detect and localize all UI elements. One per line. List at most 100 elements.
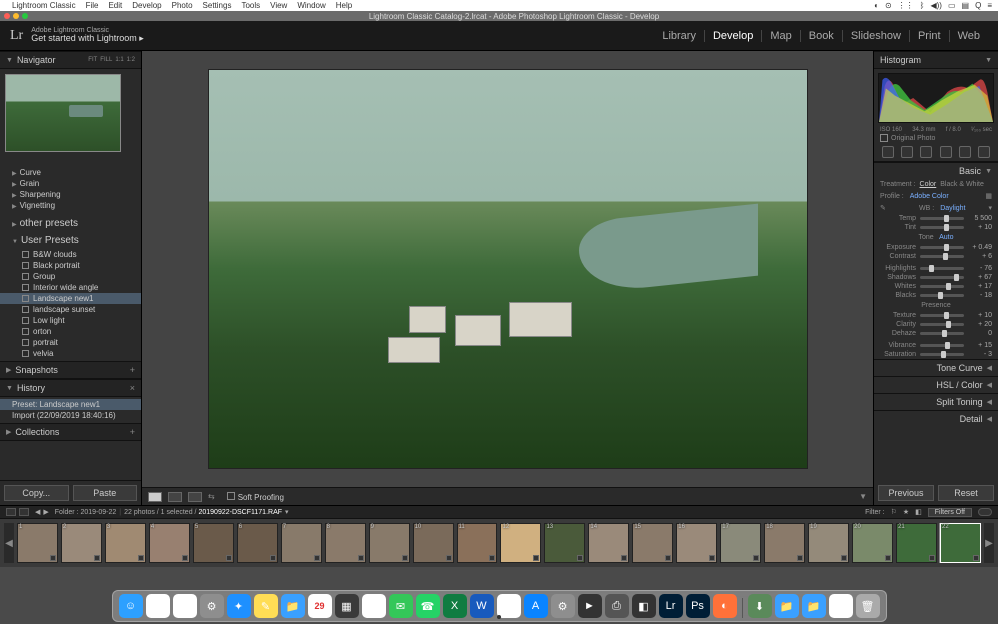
histogram-header[interactable]: Histogram ▼ <box>874 51 998 69</box>
brush-tool-icon[interactable] <box>978 146 990 158</box>
tools-menu[interactable]: Tools <box>241 1 260 10</box>
help-menu[interactable]: Help <box>336 1 352 10</box>
navigator-modes[interactable]: FITFILL1:11:2 <box>88 57 135 63</box>
treatment-color[interactable]: Color <box>920 181 937 188</box>
previous-button[interactable]: Previous <box>878 485 934 501</box>
dropdown-icon[interactable]: ▾ <box>285 508 289 516</box>
dock-folder-icon[interactable]: 📁 <box>281 594 305 618</box>
dock-dark1-icon[interactable]: ◧ <box>632 594 656 618</box>
dock-downloads-icon[interactable]: ⬇ <box>748 594 772 618</box>
view-menu[interactable]: View <box>270 1 287 10</box>
film-thumb[interactable]: 13 <box>544 523 585 563</box>
soft-proof-checkbox[interactable] <box>227 492 235 500</box>
zoom-icon[interactable] <box>22 13 28 19</box>
preset-group[interactable]: ▶Grain <box>0 178 141 189</box>
slider-saturation[interactable]: Saturation- 3 <box>874 350 998 359</box>
basic-header[interactable]: Basic▼ <box>874 162 998 179</box>
identity-plate[interactable]: Adobe Lightroom Classic Get started with… <box>31 27 144 45</box>
siri-icon[interactable]: ≡ <box>987 1 992 10</box>
volume-icon[interactable]: ◀)) <box>930 1 941 10</box>
film-thumb[interactable]: 6 <box>237 523 278 563</box>
photo-menu[interactable]: Photo <box>172 1 193 10</box>
dock-word-icon[interactable]: W <box>470 594 494 618</box>
module-map[interactable]: Map <box>761 30 799 42</box>
eyedropper-icon[interactable]: ✎ <box>880 204 886 212</box>
film-thumb[interactable]: 9 <box>369 523 410 563</box>
secondary-display[interactable] <box>6 508 29 516</box>
slider-temp[interactable]: Temp5 500 <box>874 214 998 223</box>
film-thumb[interactable]: 11 <box>457 523 498 563</box>
dock-chrome-icon[interactable]: ◉ <box>173 594 197 618</box>
film-thumb[interactable]: 3 <box>105 523 146 563</box>
module-library[interactable]: Library <box>654 30 704 42</box>
slider-texture[interactable]: Texture+ 10 <box>874 311 998 320</box>
film-thumb[interactable]: 12 <box>500 523 541 563</box>
image-area[interactable] <box>142 51 873 487</box>
film-thumb[interactable]: 15 <box>632 523 673 563</box>
dock-whatsapp-icon[interactable]: ☎ <box>416 594 440 618</box>
color-filter-icon[interactable]: ◧ <box>915 508 922 516</box>
crop-tool-icon[interactable] <box>882 146 894 158</box>
clear-history-icon[interactable]: × <box>130 383 135 393</box>
original-photo-toggle[interactable]: Original Photo <box>874 133 998 143</box>
history-item[interactable]: Import (22/09/2019 18:40:16) <box>0 410 141 421</box>
spotlight-icon[interactable]: Q <box>975 1 981 10</box>
dock-folder2-icon[interactable]: 📁 <box>802 594 826 618</box>
film-thumb[interactable]: 8 <box>325 523 366 563</box>
star-filter-icon[interactable]: ★ <box>903 508 909 516</box>
other-presets-group[interactable]: ▶other presets <box>0 217 141 230</box>
slider-blacks[interactable]: Blacks- 18 <box>874 291 998 300</box>
nav-mode[interactable]: 1:2 <box>127 57 135 63</box>
preset-item[interactable]: landscape sunset <box>0 304 141 315</box>
dock-folder1-icon[interactable]: 📁 <box>775 594 799 618</box>
panel-hsl-color[interactable]: HSL / Color◀ <box>874 376 998 393</box>
slider-clarity[interactable]: Clarity+ 20 <box>874 320 998 329</box>
preset-item[interactable]: orton <box>0 326 141 337</box>
panel-split-toning[interactable]: Split Toning◀ <box>874 393 998 410</box>
settings-menu[interactable]: Settings <box>203 1 232 10</box>
dock-scan-icon[interactable]: ⎙ <box>605 594 629 618</box>
user-presets-header[interactable]: ▼User Presets <box>0 234 141 247</box>
preset-item[interactable]: Interior wide angle <box>0 282 141 293</box>
status-icon[interactable]: ◐ <box>874 1 879 10</box>
module-slideshow[interactable]: Slideshow <box>842 30 909 42</box>
dock-calendar-icon[interactable]: 29 <box>308 594 332 618</box>
profile-grid-icon[interactable]: ▦ <box>985 192 992 200</box>
snapshots-header[interactable]: ▶ Snapshots + <box>0 361 141 379</box>
history-item[interactable]: Preset: Landscape new1 <box>0 399 141 410</box>
flag-icon[interactable]: ▤ <box>962 1 970 10</box>
slider-whites[interactable]: Whites+ 17 <box>874 282 998 291</box>
module-web[interactable]: Web <box>949 30 988 42</box>
film-thumb[interactable]: 5 <box>193 523 234 563</box>
nav-mode[interactable]: FIT <box>88 57 97 63</box>
wb-value[interactable]: Daylight <box>940 205 982 212</box>
dock-trash-icon[interactable]: 🗑 <box>856 594 880 618</box>
navigator-header[interactable]: ▼ Navigator FITFILL1:11:2 <box>0 51 141 69</box>
slider-contrast[interactable]: Contrast+ 6 <box>874 252 998 261</box>
slider-exposure[interactable]: Exposure+ 0.49 <box>874 243 998 252</box>
nav-back-icon[interactable]: ◀ <box>35 508 40 516</box>
histogram-display[interactable] <box>878 73 994 123</box>
nav-fwd-icon[interactable]: ▶ <box>43 508 48 516</box>
filmstrip-nav-left[interactable]: ◀ <box>4 523 14 563</box>
dock-video-icon[interactable]: ► <box>578 594 602 618</box>
dock-maps-icon[interactable]: ⌖ <box>362 594 386 618</box>
film-thumb[interactable]: 7 <box>281 523 322 563</box>
file-menu[interactable]: File <box>86 1 99 10</box>
slider-shadows[interactable]: Shadows+ 67 <box>874 273 998 282</box>
preset-group[interactable]: ▶Curve <box>0 167 141 178</box>
preset-item[interactable]: Group <box>0 271 141 282</box>
wifi-icon[interactable]: ⋮⋮ <box>898 1 914 10</box>
history-header[interactable]: ▼ History × <box>0 379 141 397</box>
film-thumb[interactable]: 19 <box>808 523 849 563</box>
window-menu[interactable]: Window <box>297 1 325 10</box>
slider-dehaze[interactable]: Dehaze0 <box>874 329 998 338</box>
dock-photos-icon[interactable]: ✿ <box>146 594 170 618</box>
dock-appstore-icon[interactable]: A <box>524 594 548 618</box>
preset-item[interactable]: portrait <box>0 337 141 348</box>
preset-item[interactable]: velvia <box>0 348 141 359</box>
app-menu[interactable]: Lightroom Classic <box>12 1 76 10</box>
module-print[interactable]: Print <box>909 30 949 42</box>
film-thumb[interactable]: 22 <box>940 523 981 563</box>
dock-itunes-icon[interactable]: ♫ <box>497 594 521 618</box>
